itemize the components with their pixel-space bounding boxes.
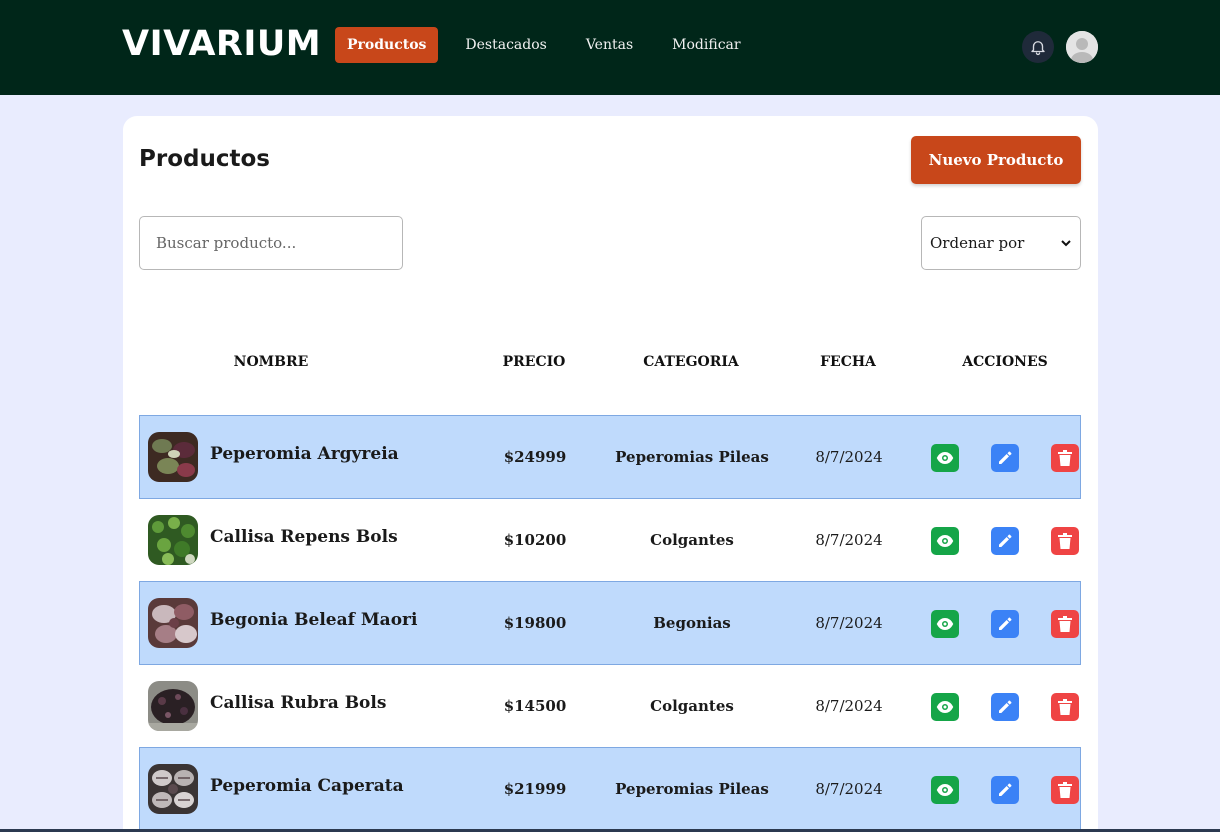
product-name: Begonia Beleaf Maori — [210, 610, 418, 630]
top-navbar: VIVARIUM Productos Destacados Ventas Mod… — [0, 0, 1220, 95]
bell-icon — [1031, 41, 1045, 56]
avatar-icon — [1066, 31, 1098, 63]
product-thumbnail — [148, 764, 198, 814]
delete-button[interactable] — [1051, 776, 1079, 804]
view-button[interactable] — [931, 444, 959, 472]
delete-button[interactable] — [1051, 444, 1079, 472]
column-header-categoria[interactable]: CATEGORIA — [643, 354, 739, 370]
product-price: $10200 — [503, 531, 567, 549]
trash-icon — [1058, 699, 1072, 715]
trash-icon — [1058, 616, 1072, 632]
eye-icon — [936, 618, 954, 630]
chevron-down-icon — [1061, 240, 1071, 247]
new-product-button[interactable]: Nuevo Producto — [911, 136, 1081, 184]
nav-item-productos[interactable]: Productos — [335, 27, 439, 63]
edit-button[interactable] — [991, 610, 1019, 638]
column-header-fecha[interactable]: FECHA — [820, 354, 876, 370]
product-category: Colgantes — [650, 697, 734, 715]
product-category: Colgantes — [650, 531, 734, 549]
nav-item-destacados[interactable]: Destacados — [453, 27, 558, 63]
products-card: Productos Nuevo Producto Ordenar por NOM… — [123, 116, 1098, 832]
view-button[interactable] — [931, 776, 959, 804]
pencil-icon — [999, 451, 1012, 464]
product-thumbnail — [148, 598, 198, 648]
eye-icon — [936, 452, 954, 464]
profile-avatar[interactable] — [1066, 31, 1098, 63]
product-price: $14500 — [503, 697, 567, 715]
product-category: Peperomias Pileas — [615, 780, 769, 798]
view-button[interactable] — [931, 527, 959, 555]
product-name: Callisa Rubra Bols — [210, 693, 387, 713]
product-name: Peperomia Argyreia — [210, 444, 399, 464]
product-category: Begonias — [653, 614, 731, 632]
view-button[interactable] — [931, 610, 959, 638]
edit-button[interactable] — [991, 693, 1019, 721]
trash-icon — [1058, 782, 1072, 798]
view-button[interactable] — [931, 693, 959, 721]
nav-item-ventas[interactable]: Ventas — [574, 27, 645, 63]
pencil-icon — [999, 700, 1012, 713]
search-input[interactable] — [139, 216, 403, 270]
product-price: $24999 — [503, 448, 567, 466]
product-date: 8/7/2024 — [815, 614, 883, 632]
edit-button[interactable] — [991, 527, 1019, 555]
product-name: Peperomia Caperata — [210, 776, 404, 796]
delete-button[interactable] — [1051, 527, 1079, 555]
eye-icon — [936, 784, 954, 796]
product-thumbnail — [148, 515, 198, 565]
delete-button[interactable] — [1051, 610, 1079, 638]
table-row[interactable]: Callisa Repens Bols $10200 Colgantes 8/7… — [139, 498, 1081, 582]
edit-button[interactable] — [991, 776, 1019, 804]
column-header-acciones: ACCIONES — [962, 354, 1048, 370]
pencil-icon — [999, 783, 1012, 796]
product-date: 8/7/2024 — [815, 531, 883, 549]
product-thumbnail — [148, 681, 198, 731]
brand-logo[interactable]: VIVARIUM — [122, 24, 321, 64]
pencil-icon — [999, 534, 1012, 547]
page-title: Productos — [139, 146, 270, 172]
table-row[interactable]: Peperomia Caperata $21999 Peperomias Pil… — [139, 747, 1081, 831]
trash-icon — [1058, 533, 1072, 549]
product-price: $19800 — [503, 614, 567, 632]
main-nav: Productos Destacados Ventas Modificar — [335, 27, 768, 63]
table-row[interactable]: Callisa Rubra Bols $14500 Colgantes 8/7/… — [139, 664, 1081, 748]
product-date: 8/7/2024 — [815, 697, 883, 715]
column-header-nombre[interactable]: NOMBRE — [234, 354, 309, 370]
sort-select-value: Ordenar por — [930, 234, 1025, 252]
nav-item-modificar[interactable]: Modificar — [660, 27, 752, 63]
pencil-icon — [999, 617, 1012, 630]
notifications-button[interactable] — [1022, 31, 1054, 63]
product-date: 8/7/2024 — [815, 780, 883, 798]
eye-icon — [936, 701, 954, 713]
product-date: 8/7/2024 — [815, 448, 883, 466]
table-row[interactable]: Begonia Beleaf Maori $19800 Begonias 8/7… — [139, 581, 1081, 665]
sort-select[interactable]: Ordenar por — [921, 216, 1081, 270]
table-row[interactable]: Peperomia Argyreia $24999 Peperomias Pil… — [139, 415, 1081, 499]
edit-button[interactable] — [991, 444, 1019, 472]
trash-icon — [1058, 450, 1072, 466]
column-header-precio[interactable]: PRECIO — [503, 354, 566, 370]
product-thumbnail — [148, 432, 198, 482]
product-category: Peperomias Pileas — [615, 448, 769, 466]
product-name: Callisa Repens Bols — [210, 527, 398, 547]
delete-button[interactable] — [1051, 693, 1079, 721]
eye-icon — [936, 535, 954, 547]
table-header: NOMBRE PRECIO CATEGORIA FECHA ACCIONES — [139, 354, 1081, 374]
product-price: $21999 — [503, 780, 567, 798]
